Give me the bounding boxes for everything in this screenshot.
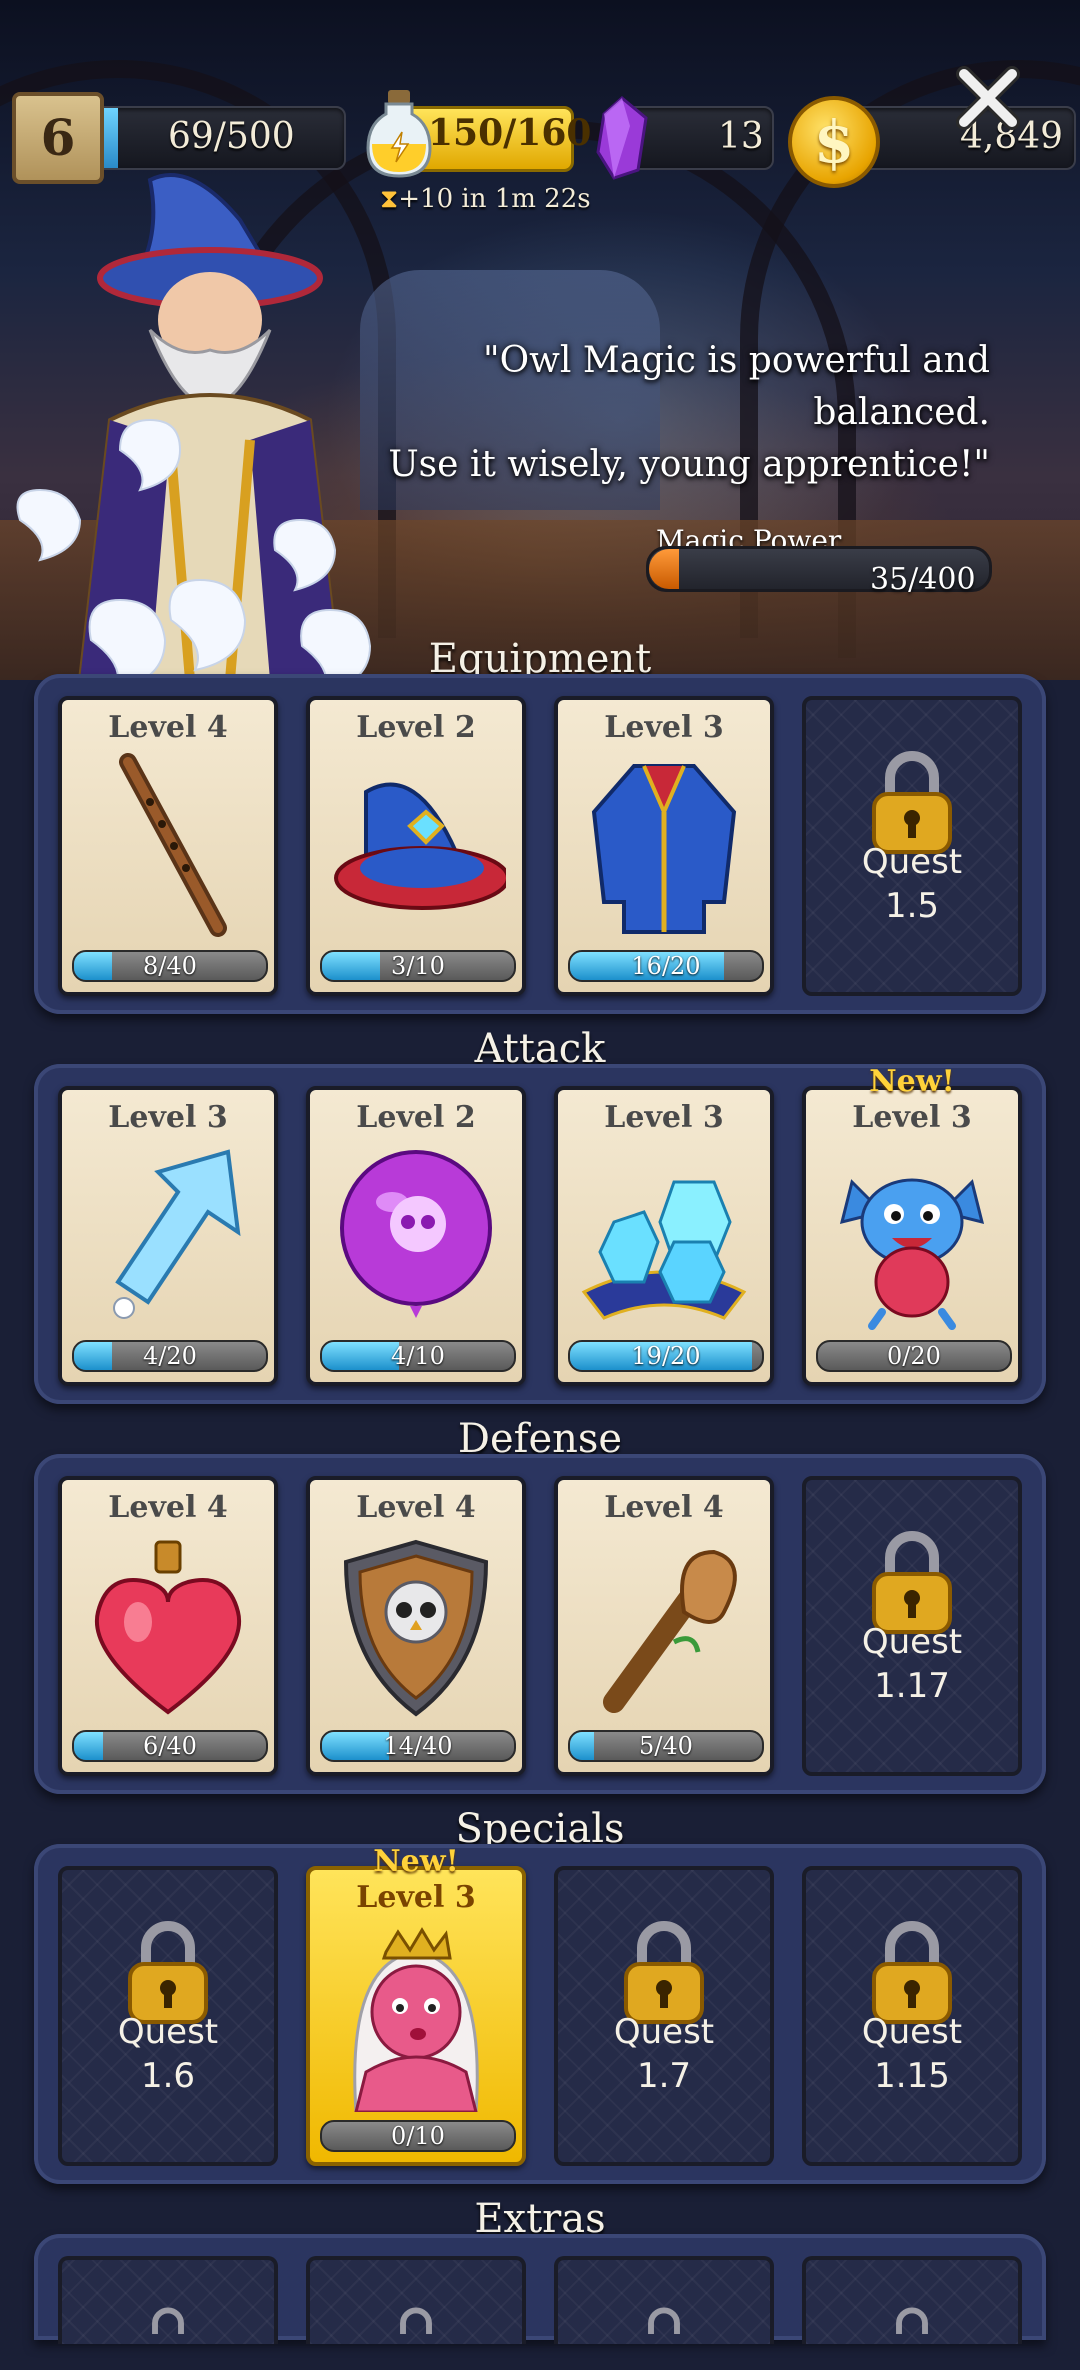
new-badge: New! (373, 1844, 459, 1879)
pink-queen-icon (353, 1927, 479, 2112)
quote-line-2: Use it wisely, young apprentice!" (388, 444, 990, 485)
card-level: Level 3 (604, 1100, 724, 1135)
equipment-locked-slot[interactable]: Quest 1.5 (802, 696, 1022, 996)
heart-potion-icon (94, 1540, 242, 1715)
quest-requirement: Quest 1.17 (861, 1622, 963, 1706)
card-progress-text: 16/20 (631, 952, 701, 980)
wizard-robe-icon (591, 764, 737, 934)
card-progress-bar: 19/20 (568, 1340, 764, 1372)
defense-card-2[interactable]: Level 4 14/40 (306, 1476, 526, 1776)
card-progress-bar: 16/20 (568, 950, 764, 982)
card-progress-text: 4/20 (143, 1342, 197, 1370)
magic-power-fill (649, 549, 679, 589)
energy-potion-icon (366, 90, 432, 178)
card-progress-text: 5/40 (639, 1732, 693, 1760)
hourglass-icon: ⧗ (380, 184, 399, 214)
energy-timer: ⧗+10 in 1m 22s (380, 184, 591, 214)
quote-line-1: "Owl Magic is powerful and balanced. (483, 340, 990, 433)
defense-locked-slot[interactable]: Quest 1.17 (802, 1476, 1022, 1776)
owl-shield-icon (343, 1539, 489, 1717)
specials-locked-slot-2[interactable]: Quest 1.7 (554, 1866, 774, 2166)
card-progress-text: 3/10 (391, 952, 445, 980)
card-progress-text: 0/10 (391, 2122, 445, 2150)
extras-locked-slot-4[interactable] (802, 2256, 1022, 2344)
wizard-hat-icon (334, 782, 506, 910)
xp-value: 69/500 (168, 116, 295, 157)
card-progress-bar: 3/10 (320, 950, 516, 982)
close-icon[interactable] (952, 62, 1024, 134)
padlock-icon (648, 2307, 680, 2335)
card-progress-bar: 4/20 (72, 1340, 268, 1372)
ice-arrow-icon (113, 1149, 241, 1319)
card-progress-text: 6/40 (143, 1732, 197, 1760)
attack-card-2[interactable]: Level 2 4/10 (306, 1086, 526, 1386)
card-progress-text: 14/40 (383, 1732, 453, 1760)
energy-value: 150/160 (428, 112, 592, 154)
wooden-club-icon (603, 1549, 737, 1713)
blue-imp-icon (839, 1178, 985, 1330)
magic-power-value: 35/400 (870, 562, 976, 597)
card-progress-bar: 8/40 (72, 950, 268, 982)
equipment-card-1[interactable]: Level 4 8/40 (58, 696, 278, 996)
card-progress-bar: 0/10 (320, 2120, 516, 2152)
card-level: Level 3 (356, 1880, 476, 1915)
flute-wand-icon (119, 753, 227, 937)
padlock-icon (152, 2307, 184, 2335)
card-level: Level 4 (356, 1490, 476, 1525)
card-progress-bar: 5/40 (568, 1730, 764, 1762)
extras-locked-slot-2[interactable] (306, 2256, 526, 2344)
card-progress-text: 19/20 (631, 1342, 701, 1370)
specials-locked-slot-3[interactable]: Quest 1.15 (802, 1866, 1022, 2166)
padlock-icon (896, 2307, 928, 2335)
extras-locked-slot-3[interactable] (554, 2256, 774, 2344)
specials-locked-slot-1[interactable]: Quest 1.6 (58, 1866, 278, 2166)
card-progress-text: 0/20 (887, 1342, 941, 1370)
wizard-quote: "Owl Magic is powerful and balanced. Use… (300, 335, 990, 491)
skull-balloon-icon (340, 1150, 492, 1318)
card-level: Level 2 (356, 710, 476, 745)
equipment-card-2[interactable]: Level 2 3/10 (306, 696, 526, 996)
card-progress-bar: 14/40 (320, 1730, 516, 1762)
card-progress-bar: 0/20 (816, 1340, 1012, 1372)
purple-gem-icon (596, 96, 648, 180)
card-level: Level 4 (604, 1490, 724, 1525)
defense-card-3[interactable]: Level 4 5/40 (554, 1476, 774, 1776)
quest-requirement: Quest 1.7 (613, 2012, 715, 2096)
card-level: Level 3 (108, 1100, 228, 1135)
card-progress-text: 4/10 (391, 1342, 445, 1370)
extras-locked-slot-1[interactable] (58, 2256, 278, 2344)
padlock-icon (400, 2307, 432, 2335)
card-progress-bar: 6/40 (72, 1730, 268, 1762)
card-level: Level 2 (356, 1100, 476, 1135)
attack-card-1[interactable]: Level 3 4/20 (58, 1086, 278, 1386)
ice-crystals-icon (581, 1180, 747, 1320)
card-level: Level 3 (604, 710, 724, 745)
equipment-card-3[interactable]: Level 3 16/20 (554, 696, 774, 996)
quest-requirement: Quest 1.6 (117, 2012, 219, 2096)
attack-card-4[interactable]: New! Level 3 0/20 (802, 1064, 1022, 1386)
defense-card-1[interactable]: Level 4 6/40 (58, 1476, 278, 1776)
card-level: Level 3 (852, 1100, 972, 1135)
card-level: Level 4 (108, 710, 228, 745)
new-badge: New! (869, 1064, 955, 1099)
card-progress-bar: 4/10 (320, 1340, 516, 1372)
specials-card-1[interactable]: New! Level 3 0/10 (306, 1844, 526, 2166)
gems-value: 13 (718, 116, 764, 157)
card-level: Level 4 (108, 1490, 228, 1525)
card-progress-text: 8/40 (143, 952, 197, 980)
quest-requirement: Quest 1.5 (861, 842, 963, 926)
attack-card-3[interactable]: Level 3 19/20 (554, 1086, 774, 1386)
gold-coin-icon: $ (788, 96, 880, 188)
quest-requirement: Quest 1.15 (861, 2012, 963, 2096)
